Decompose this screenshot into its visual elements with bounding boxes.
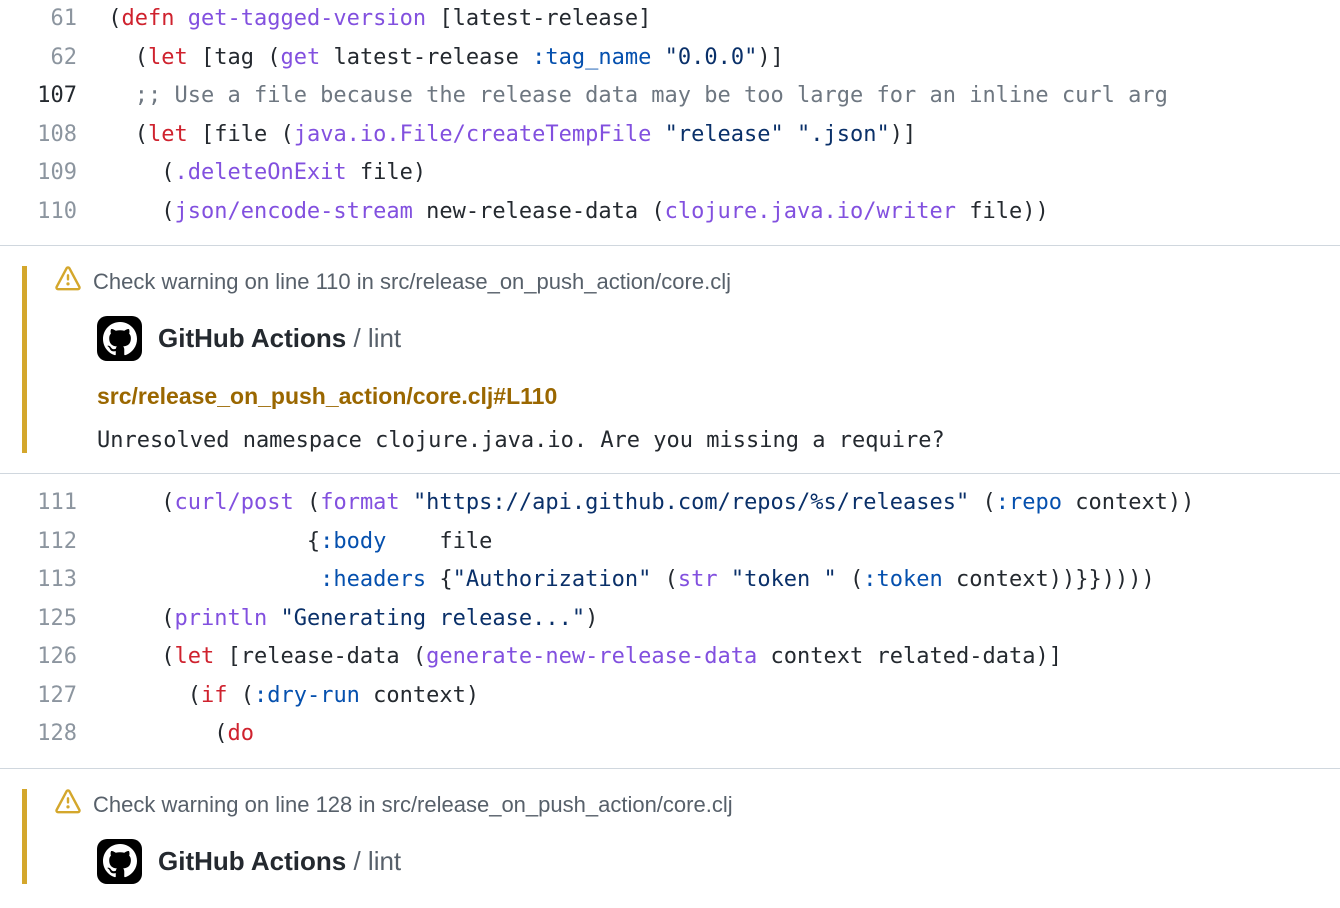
line-number[interactable]: 113 [0, 561, 95, 600]
annotation-header: Check warning on line 110 in src/release… [55, 266, 1340, 298]
code-text: (let [release-data (generate-new-release… [95, 638, 1340, 677]
line-number[interactable]: 125 [0, 600, 95, 639]
warning-icon [55, 266, 81, 298]
line-number[interactable]: 109 [0, 154, 95, 193]
line-number[interactable]: 126 [0, 638, 95, 677]
code-text: (println "Generating release...") [95, 600, 1340, 639]
line-number[interactable]: 128 [0, 715, 95, 754]
code-line[interactable]: 112 {:body file [0, 523, 1340, 562]
line-number[interactable]: 61 [0, 0, 95, 39]
code-text: (let [file (java.io.File/createTempFile … [95, 116, 1340, 155]
code-line[interactable]: 111 (curl/post (format "https://api.gith… [0, 484, 1340, 523]
code-text: (if (:dry-run context) [95, 677, 1340, 716]
annotation-header-text: Check warning on line 110 in src/release… [93, 269, 731, 295]
code-text: :headers {"Authorization" (str "token " … [95, 561, 1340, 600]
check-source-label: GitHub Actions / lint [158, 323, 401, 354]
code-text: (let [tag (get latest-release :tag_name … [95, 39, 1340, 78]
code-line[interactable]: 108 (let [file (java.io.File/createTempF… [0, 116, 1340, 155]
check-source: GitHub Actions / lint [97, 316, 1340, 361]
code-text: (defn get-tagged-version [latest-release… [95, 0, 1340, 39]
code-line[interactable]: 107 ;; Use a file because the release da… [0, 77, 1340, 116]
check-source: GitHub Actions / lint [97, 839, 1340, 884]
line-number[interactable]: 112 [0, 523, 95, 562]
warning-icon [55, 789, 81, 821]
code-line[interactable]: 110 (json/encode-stream new-release-data… [0, 193, 1340, 232]
line-number[interactable]: 107 [0, 77, 95, 116]
code-text: (.deleteOnExit file) [95, 154, 1340, 193]
check-annotation-2: Check warning on line 128 in src/release… [0, 768, 1340, 884]
code-text: (curl/post (format "https://api.github.c… [95, 484, 1340, 523]
code-line[interactable]: 126 (let [release-data (generate-new-rel… [0, 638, 1340, 677]
code-text: (do [95, 715, 1340, 754]
code-line[interactable]: 128 (do [0, 715, 1340, 754]
line-number[interactable]: 110 [0, 193, 95, 232]
annotation-header: Check warning on line 128 in src/release… [55, 789, 1340, 821]
line-number[interactable]: 127 [0, 677, 95, 716]
line-number[interactable]: 62 [0, 39, 95, 78]
code-line[interactable]: 62 (let [tag (get latest-release :tag_na… [0, 39, 1340, 78]
annotation-header-text: Check warning on line 128 in src/release… [93, 792, 733, 818]
code-text: ;; Use a file because the release data m… [95, 77, 1340, 116]
code-block-1: 61 (defn get-tagged-version [latest-rele… [0, 0, 1340, 231]
code-line[interactable]: 109 (.deleteOnExit file) [0, 154, 1340, 193]
code-block-2: 111 (curl/post (format "https://api.gith… [0, 484, 1340, 754]
github-logo-icon [97, 839, 142, 884]
annotation-message: Unresolved namespace clojure.java.io. Ar… [97, 428, 1340, 453]
code-line[interactable]: 127 (if (:dry-run context) [0, 677, 1340, 716]
code-text: (json/encode-stream new-release-data (cl… [95, 193, 1340, 232]
check-source-label: GitHub Actions / lint [158, 846, 401, 877]
line-number[interactable]: 108 [0, 116, 95, 155]
annotation-file-link[interactable]: src/release_on_push_action/core.clj#L110 [97, 383, 1340, 410]
code-line[interactable]: 113 :headers {"Authorization" (str "toke… [0, 561, 1340, 600]
code-line[interactable]: 125 (println "Generating release...") [0, 600, 1340, 639]
line-number[interactable]: 111 [0, 484, 95, 523]
code-text: {:body file [95, 523, 1340, 562]
code-line[interactable]: 61 (defn get-tagged-version [latest-rele… [0, 0, 1340, 39]
github-logo-icon [97, 316, 142, 361]
check-annotation-1: Check warning on line 110 in src/release… [0, 245, 1340, 474]
